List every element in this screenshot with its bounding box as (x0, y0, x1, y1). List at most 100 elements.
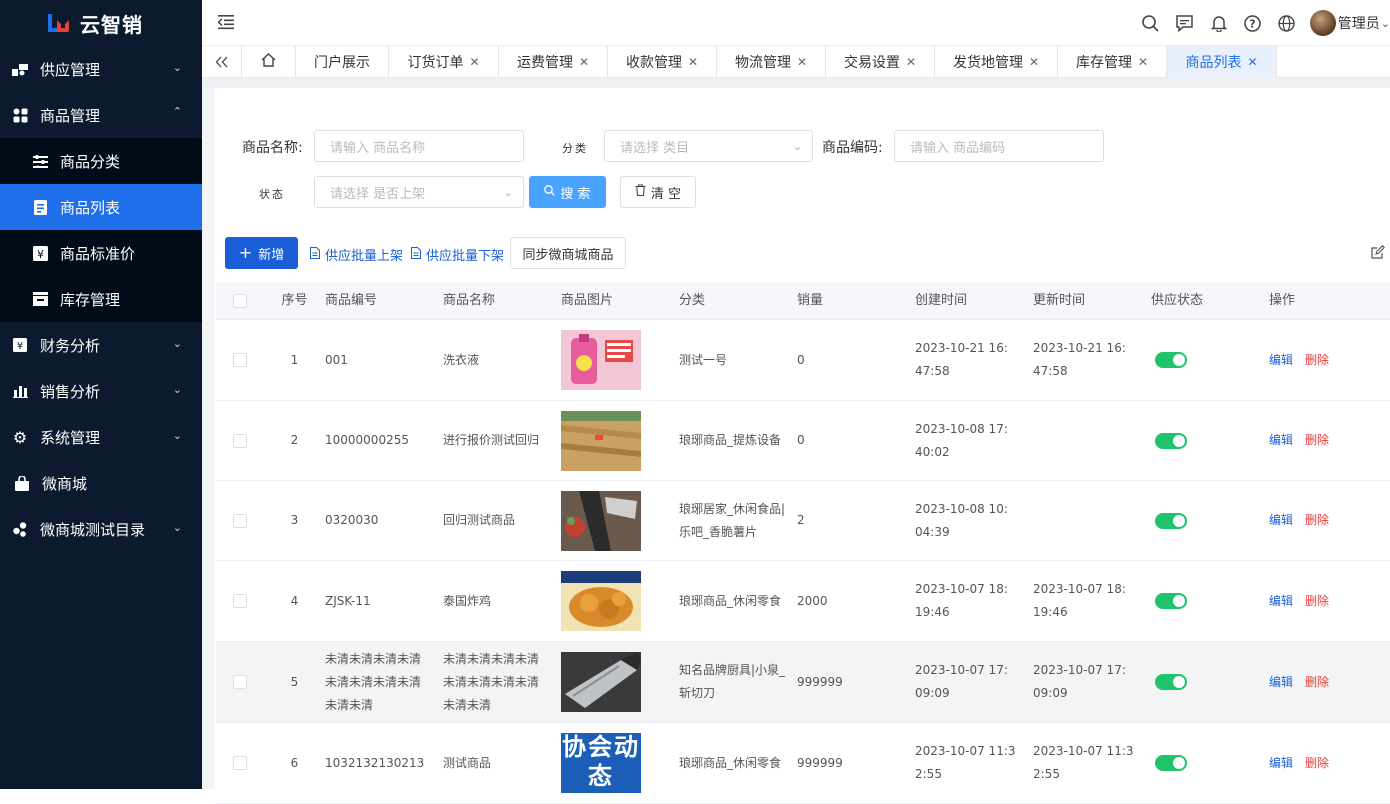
cell-no: 5 (290, 674, 299, 689)
supply-toggle[interactable] (1155, 512, 1187, 529)
cell-category: 琅琊居家_休闲食品|乐吧_香脆薯片 (679, 501, 786, 539)
category-select[interactable]: 请选择 类目 ⌄ (604, 130, 813, 162)
sidebar-subitem-standard-price[interactable]: ¥ 商品标准价 (0, 230, 202, 276)
select-all-checkbox[interactable] (233, 293, 247, 308)
edit-columns-icon[interactable] (1371, 244, 1385, 263)
tab-payments[interactable]: 收款管理 ✕ (608, 46, 717, 78)
edit-link[interactable]: 编辑 (1269, 675, 1293, 689)
sidebar-item-micro-mall[interactable]: 微商城 (0, 460, 202, 506)
close-icon[interactable]: ✕ (579, 55, 589, 69)
product-image[interactable] (561, 490, 641, 551)
product-image[interactable] (561, 571, 641, 631)
close-icon[interactable]: ✕ (688, 55, 698, 69)
close-icon[interactable]: ✕ (797, 55, 807, 69)
tab-scroll-left-icon[interactable] (202, 46, 242, 78)
delete-link[interactable]: 删除 (1305, 756, 1329, 770)
delete-link[interactable]: 删除 (1305, 353, 1329, 367)
edit-link[interactable]: 编辑 (1269, 513, 1293, 527)
product-image[interactable] (561, 410, 641, 471)
edit-link[interactable]: 编辑 (1269, 433, 1293, 447)
delete-link[interactable]: 删除 (1305, 675, 1329, 689)
tab-trade-settings[interactable]: 交易设置 ✕ (826, 46, 935, 78)
product-image[interactable] (561, 652, 641, 712)
sidebar-item-system[interactable]: ⚙ 系统管理 ⌄ (0, 414, 202, 460)
menu-fold-icon[interactable] (217, 14, 236, 32)
delete-link[interactable]: 删除 (1305, 433, 1329, 447)
document-icon (411, 246, 421, 263)
cell-updated: 2023-10-21 16:47:58 (1033, 341, 1126, 378)
batch-on-button[interactable]: 供应批量上架 (310, 245, 403, 264)
sidebar-item-micro-mall-test[interactable]: 微商城测试目录 ⌄ (0, 506, 202, 552)
message-icon[interactable] (1168, 0, 1202, 46)
clear-button[interactable]: 清 空 (620, 176, 696, 208)
help-icon[interactable]: ? (1236, 0, 1270, 46)
grid-icon (12, 107, 28, 123)
language-icon[interactable] (1270, 0, 1304, 46)
row-checkbox[interactable] (233, 353, 247, 367)
row-checkbox[interactable] (233, 433, 247, 448)
cell-code: 0320030 (325, 513, 379, 527)
close-icon[interactable]: ✕ (469, 55, 479, 69)
sidebar-subitem-product-list[interactable]: 商品列表 (0, 184, 202, 230)
batch-off-button[interactable]: 供应批量下架 (411, 245, 504, 264)
col-header: 操作 (1269, 293, 1296, 308)
sidebar-item-finance[interactable]: ¥ 财务分析 ⌄ (0, 322, 202, 368)
search-button[interactable]: 搜 索 (529, 176, 606, 208)
tab-inventory[interactable]: 库存管理 ✕ (1058, 46, 1167, 78)
cell-sales: 2 (797, 513, 805, 527)
row-checkbox[interactable] (233, 513, 247, 528)
tab-label: 门户展示 (314, 55, 370, 71)
edit-link[interactable]: 编辑 (1269, 756, 1293, 770)
product-submenu: 商品分类 商品列表 ¥ 商品标准价 库存管理 (0, 138, 202, 322)
close-icon[interactable]: ✕ (1029, 55, 1039, 69)
warehouse-icon (32, 291, 48, 307)
edit-link[interactable]: 编辑 (1269, 594, 1293, 608)
product-image[interactable] (561, 330, 641, 390)
row-checkbox[interactable] (233, 594, 247, 608)
supply-toggle[interactable] (1155, 593, 1187, 609)
supply-toggle[interactable] (1155, 352, 1187, 368)
tab-logistics[interactable]: 物流管理 ✕ (717, 46, 826, 78)
select-all-cell (216, 293, 264, 308)
status-select[interactable]: 请选择 是否上架 ⌄ (314, 176, 524, 208)
sidebar-subitem-inventory[interactable]: 库存管理 (0, 276, 202, 322)
supply-toggle[interactable] (1155, 755, 1187, 771)
cell-category: 琅琊商品_休闲零食 (679, 593, 782, 608)
tab-portal[interactable]: 门户展示 (296, 46, 389, 78)
tab-home[interactable] (242, 46, 296, 78)
sidebar-item-sales[interactable]: 销售分析 ⌄ (0, 368, 202, 414)
app-logo[interactable]: 云智销 (0, 0, 202, 46)
supply-icon (12, 61, 28, 77)
tab-product-list[interactable]: 商品列表 ✕ (1167, 46, 1277, 78)
close-icon[interactable]: ✕ (1138, 55, 1148, 69)
bell-icon[interactable] (1202, 0, 1236, 46)
delete-link[interactable]: 删除 (1305, 513, 1329, 527)
edit-link[interactable]: 编辑 (1269, 353, 1293, 367)
sidebar-item-product[interactable]: 商品管理 ⌃ (0, 92, 202, 138)
sidebar-subitem-category[interactable]: 商品分类 (0, 138, 202, 184)
tab-orders[interactable]: 订货订单 ✕ (389, 46, 499, 78)
product-image[interactable]: 协会动态 (561, 733, 641, 793)
supply-toggle[interactable] (1155, 432, 1187, 449)
product-name-input[interactable]: 请输入 商品名称 (314, 130, 524, 162)
tab-freight[interactable]: 运费管理 ✕ (499, 46, 608, 78)
logo-mark-icon (48, 12, 76, 34)
sidebar-item-supply[interactable]: 供应管理 ⌄ (0, 46, 202, 92)
sync-mall-button[interactable]: 同步微商城商品 (510, 237, 626, 269)
cell-name: 泰国炸鸡 (443, 593, 492, 608)
table-row: 4 ZJSK-11 泰国炸鸡 琅琊商品_休闲零食 2000 2023-10-07… (216, 561, 1390, 642)
close-icon[interactable]: ✕ (906, 55, 916, 69)
supply-toggle[interactable] (1155, 674, 1187, 690)
avatar[interactable] (1309, 10, 1336, 36)
user-menu[interactable]: 管理员 ⌄ (1338, 13, 1390, 33)
product-code-input[interactable]: 请输入 商品编码 (894, 130, 1104, 162)
chevron-down-icon: ⌄ (172, 521, 182, 534)
add-button[interactable]: + 新增 (225, 237, 298, 269)
delete-link[interactable]: 删除 (1305, 594, 1329, 608)
row-checkbox[interactable] (233, 756, 247, 770)
row-checkbox[interactable] (233, 675, 247, 689)
tab-shipping-origin[interactable]: 发货地管理 ✕ (935, 46, 1058, 78)
chevron-down-icon: ⌄ (1380, 16, 1390, 30)
search-icon[interactable] (1134, 0, 1168, 46)
close-icon[interactable]: ✕ (1247, 55, 1257, 69)
